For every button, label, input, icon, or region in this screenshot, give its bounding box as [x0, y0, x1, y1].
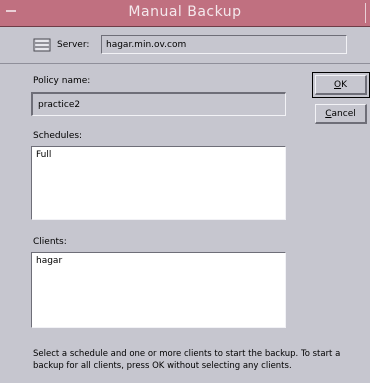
title-bar[interactable]: Manual Backup	[0, 0, 371, 27]
policy-name-field[interactable]: practice2	[31, 92, 286, 116]
list-item[interactable]: hagar	[36, 256, 281, 267]
server-bar: Server: hagar.min.ov.com	[0, 27, 370, 64]
dialog-body: Policy name: practice2 OK Cancel Schedul…	[0, 64, 370, 383]
cancel-button[interactable]: Cancel	[315, 104, 367, 124]
clients-label: Clients:	[33, 237, 67, 247]
ok-button[interactable]: OK	[312, 72, 370, 98]
policy-name-label: Policy name:	[33, 76, 91, 86]
window-edge	[370, 0, 377, 383]
server-label: Server:	[57, 40, 90, 50]
instructions-text: Select a schedule and one or more client…	[33, 349, 341, 371]
clients-list[interactable]: hagar	[31, 252, 286, 328]
schedules-list[interactable]: Full	[31, 146, 286, 220]
list-item[interactable]: Full	[36, 150, 281, 161]
schedules-label: Schedules:	[33, 131, 83, 141]
server-field: hagar.min.ov.com	[101, 35, 347, 54]
server-icon	[33, 38, 51, 52]
window-title: Manual Backup	[128, 4, 242, 20]
ok-label-rest: K	[341, 80, 347, 90]
cancel-label-rest: ancel	[331, 109, 356, 119]
window-resize-handle[interactable]	[365, 3, 366, 23]
